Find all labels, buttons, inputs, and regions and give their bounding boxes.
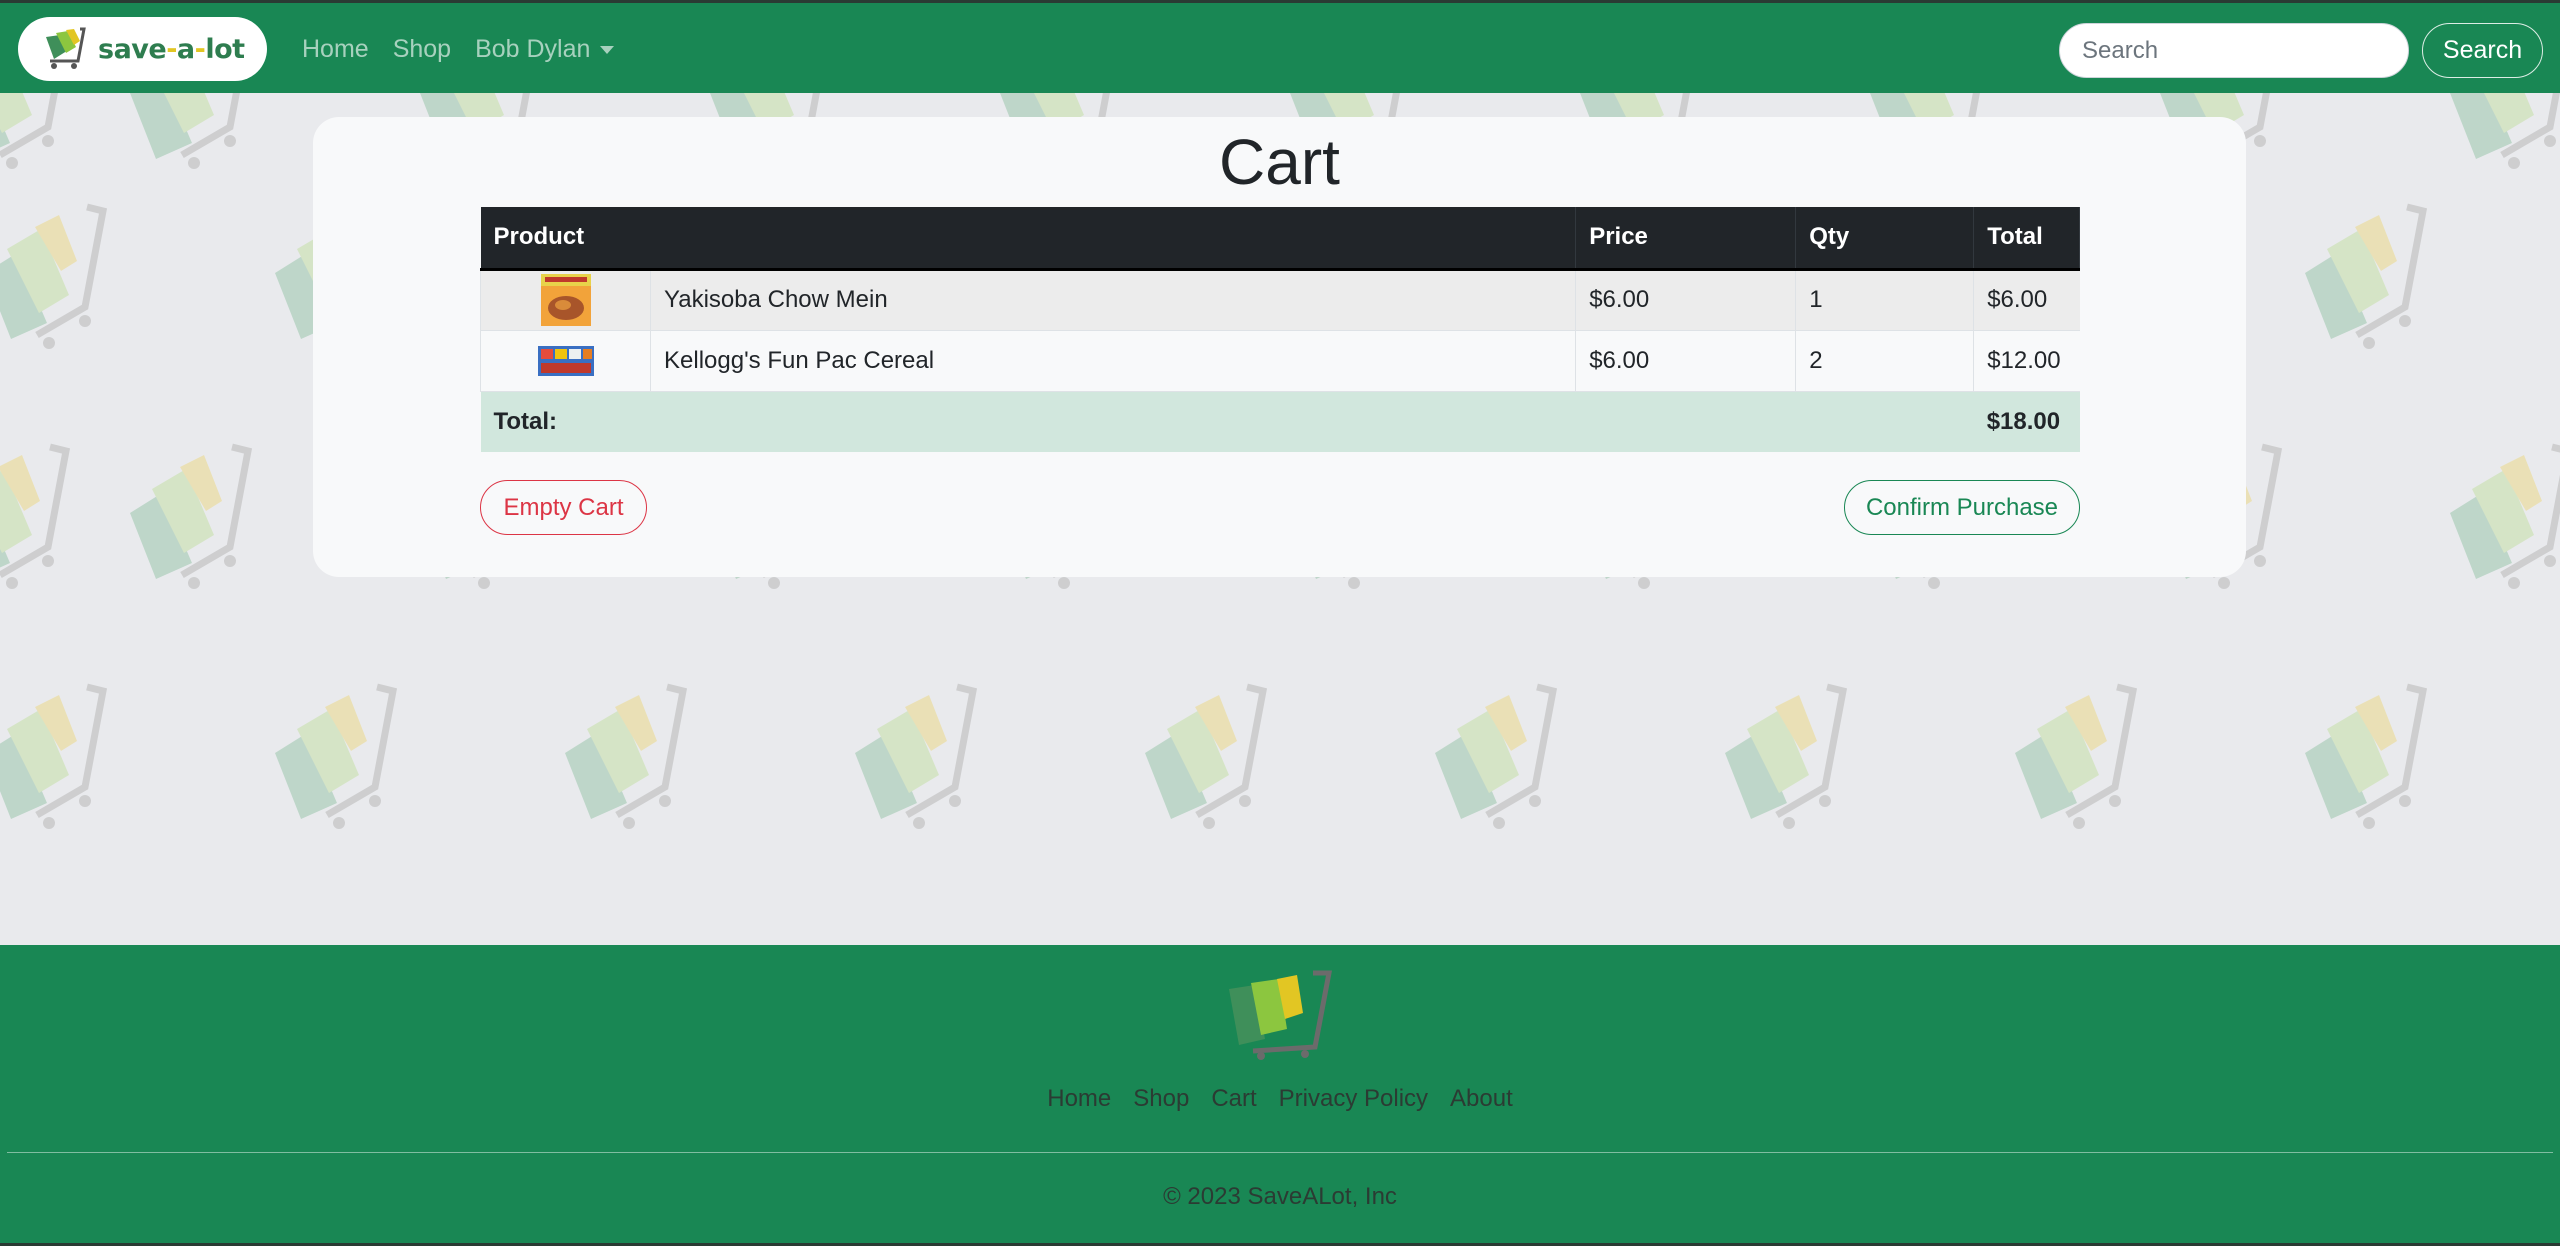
- background-cart-icon: [2007, 683, 2147, 833]
- caret-down-icon: [600, 45, 615, 54]
- nav-link-home[interactable]: Home: [302, 35, 369, 64]
- brand-name: save-a-lot: [98, 33, 245, 65]
- search-input[interactable]: [2059, 23, 2409, 78]
- background-cart-icon: [0, 93, 80, 173]
- empty-cart-button[interactable]: Empty Cart: [480, 480, 647, 535]
- footer-link-about[interactable]: About: [1450, 1085, 1513, 1113]
- product-price: $6.00: [1575, 330, 1797, 392]
- product-image-cell: [480, 330, 651, 392]
- top-navbar: save-a-lot Home Shop Bob Dylan Search: [0, 0, 2560, 93]
- product-qty: 2: [1795, 330, 1975, 392]
- total-label: Total:: [480, 391, 1974, 452]
- background-cart-icon: [267, 683, 407, 833]
- column-header-product: Product: [480, 207, 1577, 271]
- cereal-pack-thumbnail-icon: [537, 345, 594, 376]
- footer-link-shop[interactable]: Shop: [1133, 1085, 1189, 1113]
- table-row: Kellogg's Fun Pac Cereal $6.00 2 $12.00: [480, 330, 2080, 392]
- footer-link-home[interactable]: Home: [1047, 1085, 1111, 1113]
- product-total: $6.00: [1973, 269, 2080, 331]
- column-header-total: Total: [1973, 207, 2080, 271]
- product-name: Yakisoba Chow Mein: [650, 269, 1577, 331]
- footer-links: Home Shop Cart Privacy Policy About: [0, 1085, 2560, 1113]
- product-name: Kellogg's Fun Pac Cereal: [650, 330, 1577, 392]
- product-total: $12.00: [1973, 330, 2080, 392]
- table-header-row: Product Price Qty Total: [480, 207, 2080, 271]
- brand-logo[interactable]: save-a-lot: [18, 17, 267, 81]
- nav-links: Home Shop Bob Dylan: [302, 3, 638, 96]
- background-cart-icon: [1427, 683, 1567, 833]
- background-cart-icon: [847, 683, 987, 833]
- grand-total-value: $18.00: [1973, 391, 2080, 452]
- confirm-purchase-button[interactable]: Confirm Purchase: [1844, 480, 2080, 535]
- footer-link-privacy-policy[interactable]: Privacy Policy: [1279, 1085, 1428, 1113]
- background-cart-icon: [122, 443, 262, 593]
- cart-total-row: Total: $18.00: [480, 391, 2080, 452]
- shopping-cart-logo-icon[interactable]: [1225, 969, 1335, 1061]
- copyright-text: © 2023 SaveALot, Inc: [1163, 1183, 1397, 1210]
- background-cart-icon: [0, 443, 80, 593]
- cart-card: Cart Product Price Qty Total Yakisoba Ch…: [313, 117, 2246, 577]
- background-cart-icon: [2442, 443, 2560, 593]
- noodle-box-thumbnail-icon: [540, 274, 591, 326]
- column-header-qty: Qty: [1795, 207, 1975, 271]
- search-button[interactable]: Search: [2422, 23, 2543, 78]
- background-cart-icon: [1137, 683, 1277, 833]
- cart-table: Product Price Qty Total Yakisoba Chow Me…: [480, 207, 2080, 452]
- product-qty: 1: [1795, 269, 1975, 331]
- background-cart-icon: [2442, 93, 2560, 173]
- background-cart-icon: [2297, 203, 2437, 353]
- user-menu-label: Bob Dylan: [475, 35, 591, 63]
- table-row: Yakisoba Chow Mein $6.00 1 $6.00: [480, 269, 2080, 331]
- background-cart-icon: [122, 93, 262, 173]
- background-cart-icon: [2297, 683, 2437, 833]
- page-title: Cart: [1219, 126, 1340, 198]
- nav-link-shop[interactable]: Shop: [393, 35, 451, 64]
- background-cart-icon: [1717, 683, 1857, 833]
- product-price: $6.00: [1575, 269, 1797, 331]
- background-cart-icon: [557, 683, 697, 833]
- footer-link-cart[interactable]: Cart: [1211, 1085, 1256, 1113]
- product-image-cell: [480, 269, 651, 331]
- column-header-price: Price: [1575, 207, 1797, 271]
- footer-divider: [7, 1152, 2553, 1153]
- user-menu-dropdown[interactable]: Bob Dylan: [475, 35, 615, 64]
- shopping-cart-logo-icon: [46, 27, 86, 69]
- background-cart-icon: [0, 203, 117, 353]
- background-cart-icon: [0, 683, 117, 833]
- site-footer: Home Shop Cart Privacy Policy About © 20…: [0, 945, 2560, 1246]
